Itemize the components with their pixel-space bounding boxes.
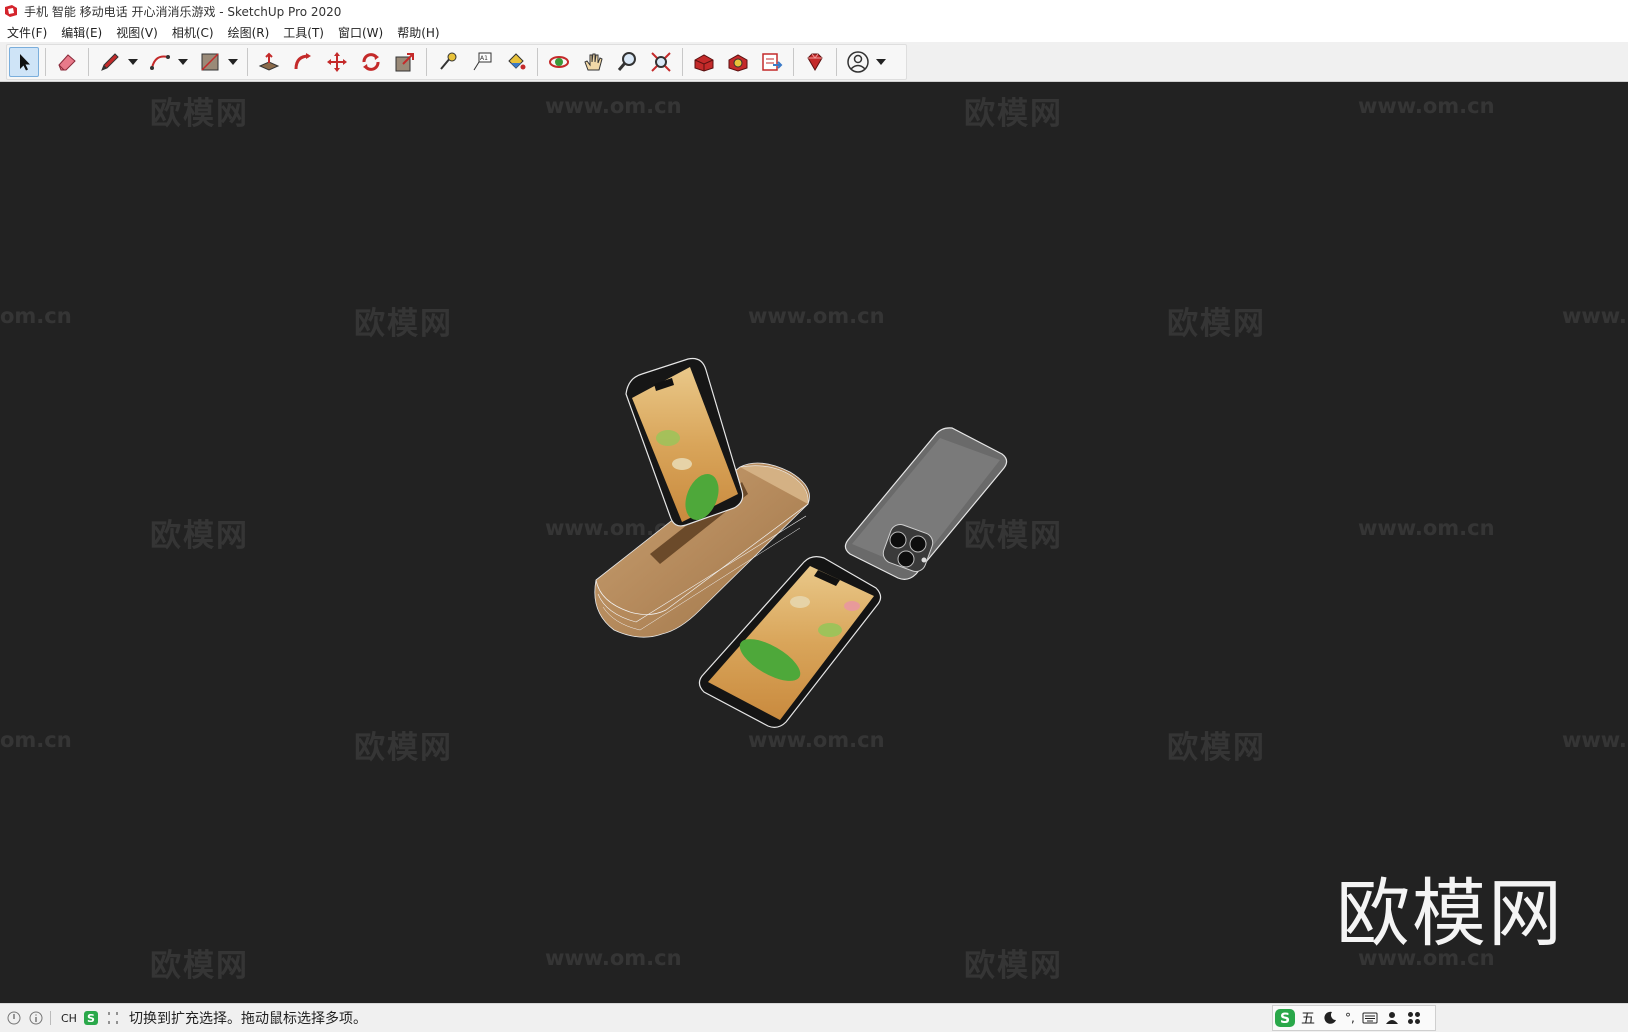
account-tool-caret[interactable]: [875, 47, 887, 77]
scale-tool-button[interactable]: [390, 47, 420, 77]
toolbar-separator: [836, 48, 837, 76]
orbit-icon: [549, 56, 569, 68]
user-icon[interactable]: [1383, 1009, 1401, 1027]
svg-text:S: S: [87, 1012, 95, 1025]
window-title: 手机 智能 移动电话 开心消消乐游戏 - SketchUp Pro 2020: [24, 4, 342, 19]
scale-icon: [395, 53, 414, 72]
tape-measure-icon: [440, 52, 457, 70]
hand-icon: [584, 53, 603, 71]
account-tool-button[interactable]: [843, 47, 873, 77]
toolbar-separator: [247, 48, 248, 76]
menu-tools[interactable]: 工具(T): [276, 24, 331, 41]
move-tool-button[interactable]: [322, 47, 352, 77]
line-tool-caret[interactable]: [127, 47, 139, 77]
model-viewport[interactable]: 欧模网 www.om.cn 欧模网 www.om.cn om.cn 欧模网 ww…: [0, 82, 1628, 1003]
menu-file[interactable]: 文件(F): [0, 24, 54, 41]
zoom-extents-icon: [651, 52, 671, 72]
arc-tool-caret[interactable]: [177, 47, 189, 77]
menu-edit[interactable]: 编辑(E): [54, 24, 109, 41]
warehouse-tool-button[interactable]: [689, 47, 719, 77]
layout-tool-button[interactable]: [757, 47, 787, 77]
shape-tool-caret[interactable]: [227, 47, 239, 77]
zoom-extents-tool-button[interactable]: [646, 47, 676, 77]
line-tool-button[interactable]: [95, 47, 125, 77]
caret-down-icon: [178, 59, 188, 65]
sogou-ime-icon[interactable]: S: [83, 1010, 99, 1026]
caret-down-icon: [128, 59, 138, 65]
phone-back-view[interactable]: [844, 427, 1008, 580]
ime-punctuation[interactable]: °,: [1345, 1011, 1355, 1025]
send-to-layout-icon: [762, 53, 783, 71]
title-bar: 手机 智能 移动电话 开心消消乐游戏 - SketchUp Pro 2020: [0, 0, 1628, 22]
rotate-tool-button[interactable]: [356, 47, 386, 77]
toolbar-separator: [793, 48, 794, 76]
orbit-tool-button[interactable]: [544, 47, 574, 77]
shape-tool-button[interactable]: [195, 47, 225, 77]
ruby-icon: [807, 53, 823, 71]
magnifier-icon: [617, 52, 636, 71]
selection-mode-icon: [105, 1010, 121, 1026]
extension-warehouse-icon: [728, 54, 748, 72]
eraser-tool-button[interactable]: [52, 47, 82, 77]
follow-me-tool-button[interactable]: [288, 47, 318, 77]
toolbar-separator: [537, 48, 538, 76]
large-tool-set: A1: [6, 44, 907, 80]
pencil-icon: [101, 53, 119, 71]
menu-view[interactable]: 视图(V): [109, 24, 165, 41]
rotate-icon: [362, 53, 380, 71]
menu-draw[interactable]: 绘图(R): [221, 24, 277, 41]
sketchup-logo-icon: [5, 5, 17, 17]
svg-text:A1: A1: [480, 55, 488, 62]
extension-warehouse-tool-button[interactable]: [723, 47, 753, 77]
warehouse-icon: [694, 54, 714, 72]
sogou-logo-icon[interactable]: S: [1273, 1007, 1297, 1029]
text-icon: A1: [473, 52, 492, 71]
keyboard-icon[interactable]: [1361, 1009, 1379, 1027]
zoom-tool-button[interactable]: [612, 47, 642, 77]
ime-language-label[interactable]: CH: [61, 1012, 77, 1025]
caret-down-icon: [876, 59, 886, 65]
eraser-icon: [58, 54, 76, 71]
menu-help[interactable]: 帮助(H): [390, 24, 446, 41]
paint-bucket-icon: [508, 53, 526, 70]
geo-location-icon[interactable]: [6, 1010, 22, 1026]
user-account-icon: [847, 51, 869, 73]
svg-text:S: S: [1280, 1011, 1290, 1027]
ime-toolbar: S 五 °,: [1272, 1005, 1436, 1031]
menu-bar: 文件(F) 编辑(E) 视图(V) 相机(C) 绘图(R) 工具(T) 窗口(W…: [0, 22, 1628, 42]
toolbar-separator: [45, 48, 46, 76]
ime-input-mode[interactable]: 五: [1301, 1008, 1315, 1028]
menu-camera[interactable]: 相机(C): [165, 24, 221, 41]
toolbar-separator: [682, 48, 683, 76]
menu-window[interactable]: 窗口(W): [331, 24, 390, 41]
toolbar-separator: [426, 48, 427, 76]
toolbar: A1: [0, 42, 1628, 82]
select-tool-button[interactable]: [9, 47, 39, 77]
rectangle-icon: [201, 53, 219, 71]
ruby-console-tool-button[interactable]: [800, 47, 830, 77]
model-scene: [594, 357, 1008, 728]
move-icon: [327, 52, 347, 72]
moon-icon[interactable]: [1321, 1009, 1339, 1027]
tape-measure-tool-button[interactable]: [433, 47, 463, 77]
grid-apps-icon[interactable]: [1405, 1009, 1423, 1027]
toolbar-separator: [88, 48, 89, 76]
follow-me-icon: [294, 53, 311, 70]
phone-upright[interactable]: [625, 357, 744, 527]
info-icon[interactable]: [28, 1010, 44, 1026]
push-pull-icon: [258, 52, 280, 71]
status-message: 切换到扩充选择。拖动鼠标选择多项。: [128, 1011, 367, 1027]
status-separator: [50, 1011, 51, 1025]
arc-icon: [150, 55, 170, 70]
paint-bucket-tool-button[interactable]: [501, 47, 531, 77]
caret-down-icon: [228, 59, 238, 65]
pan-tool-button[interactable]: [578, 47, 608, 77]
arrow-cursor-icon: [20, 54, 30, 71]
text-tool-button[interactable]: A1: [467, 47, 497, 77]
arc-tool-button[interactable]: [145, 47, 175, 77]
push-pull-tool-button[interactable]: [254, 47, 284, 77]
